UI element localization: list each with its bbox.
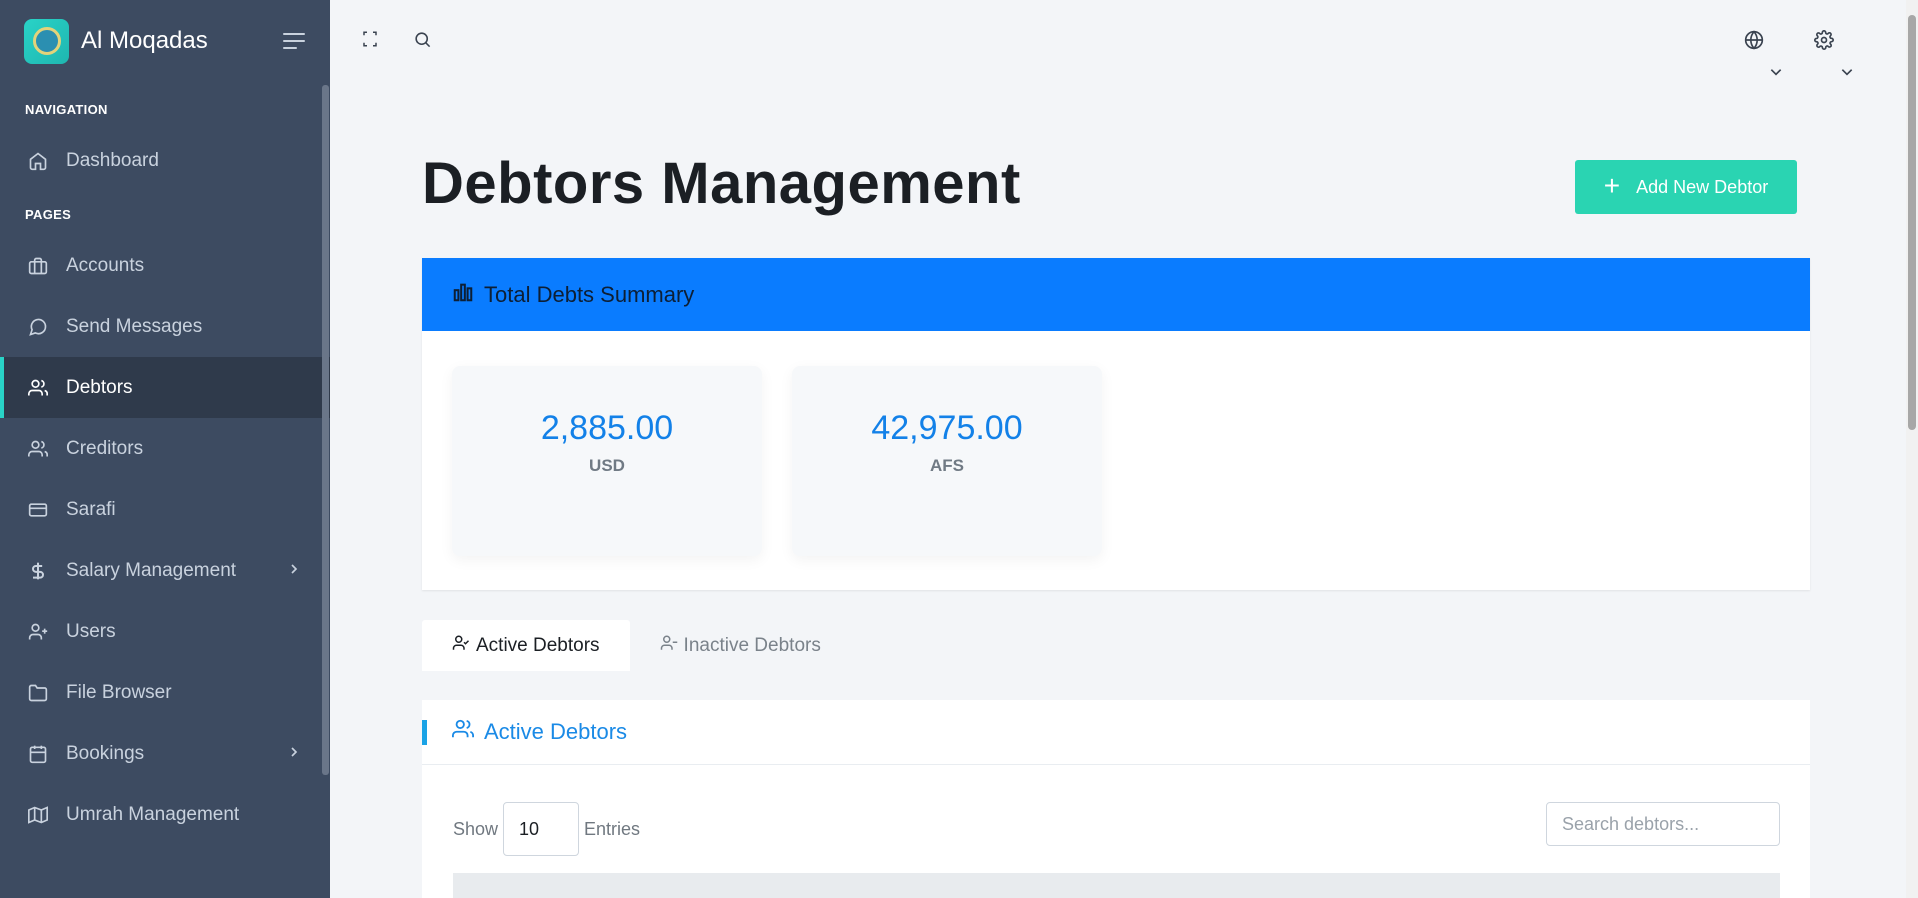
sidebar-item-users[interactable]: Users bbox=[0, 601, 330, 662]
add-new-debtor-button[interactable]: + Add New Debtor bbox=[1575, 160, 1797, 214]
user-check-icon bbox=[452, 634, 476, 658]
stat-value: 42,975.00 bbox=[871, 409, 1023, 447]
sidebar-item-send-messages[interactable]: Send Messages bbox=[0, 296, 330, 357]
folder-icon bbox=[27, 682, 49, 704]
stat-currency: USD bbox=[589, 456, 625, 475]
users-icon bbox=[27, 438, 49, 460]
sidebar-item-debtors[interactable]: Debtors bbox=[0, 357, 330, 418]
search-debtors-input[interactable]: Search debtors... bbox=[1546, 802, 1780, 846]
chevron-right-icon bbox=[286, 744, 302, 766]
menu-toggle-icon[interactable] bbox=[283, 33, 305, 49]
sidebar-item-file-browser[interactable]: File Browser bbox=[0, 662, 330, 723]
entries-control: Show 10 Entries bbox=[453, 802, 640, 856]
sidebar-item-sarafi[interactable]: Sarafi bbox=[0, 479, 330, 540]
table-header bbox=[453, 873, 1780, 898]
sidebar-scrollbar[interactable] bbox=[322, 85, 329, 775]
sidebar-item-label: Creditors bbox=[66, 437, 144, 459]
tab-inactive-debtors[interactable]: Inactive Debtors bbox=[630, 620, 851, 671]
entries-select[interactable]: 10 bbox=[503, 802, 580, 856]
active-debtors-card: Active Debtors Show 10 Entries Search de… bbox=[422, 700, 1810, 898]
sidebar-item-label: Send Messages bbox=[66, 315, 203, 337]
tab-active-debtors[interactable]: Active Debtors bbox=[422, 620, 630, 671]
plus-icon: + bbox=[1603, 169, 1621, 201]
scrollbar-thumb[interactable] bbox=[1908, 15, 1916, 430]
stat-currency: AFS bbox=[930, 456, 964, 475]
sidebar-item-salary-management[interactable]: Salary Management bbox=[0, 540, 330, 601]
entries-label: Entries bbox=[584, 818, 641, 839]
globe-icon[interactable] bbox=[1744, 30, 1766, 52]
sidebar-item-dashboard[interactable]: Dashboard bbox=[0, 130, 330, 191]
users-icon bbox=[27, 377, 49, 399]
home-icon bbox=[27, 150, 49, 172]
page-title: Debtors Management bbox=[422, 151, 1021, 216]
sidebar-item-label: Salary Management bbox=[66, 559, 237, 581]
sidebar-item-accounts[interactable]: Accounts bbox=[0, 235, 330, 296]
sidebar-item-bookings[interactable]: Bookings bbox=[0, 723, 330, 784]
stat-value: 2,885.00 bbox=[540, 409, 674, 447]
credit-card-icon bbox=[27, 499, 49, 521]
summary-title: Total Debts Summary bbox=[484, 281, 695, 307]
user-minus-icon bbox=[660, 634, 684, 658]
list-title: Active Debtors bbox=[484, 719, 628, 744]
debtor-tabs: Active Debtors Inactive Debtors bbox=[422, 620, 851, 671]
fullscreen-icon[interactable] bbox=[361, 30, 383, 52]
app-name: Al Moqadas bbox=[81, 27, 208, 54]
settings-icon[interactable] bbox=[1814, 30, 1836, 52]
sidebar-item-label: Bookings bbox=[66, 742, 145, 764]
tab-label: Inactive Debtors bbox=[683, 634, 821, 656]
total-debts-summary-card: Total Debts Summary 2,885.00 USD 42,975.… bbox=[422, 258, 1810, 590]
app-logo bbox=[24, 18, 69, 64]
dollar-icon bbox=[27, 560, 49, 582]
users-icon bbox=[452, 718, 484, 746]
show-label: Show bbox=[453, 818, 499, 839]
search-icon[interactable] bbox=[413, 30, 435, 52]
sidebar-item-umrah-management[interactable]: Umrah Management bbox=[0, 784, 330, 845]
briefcase-icon bbox=[27, 255, 49, 277]
sidebar-item-label: Umrah Management bbox=[66, 803, 240, 825]
map-icon bbox=[27, 804, 49, 826]
list-header: Active Debtors bbox=[422, 700, 1810, 765]
stat-card-usd: 2,885.00 USD bbox=[452, 366, 762, 556]
sidebar: Al Moqadas NAVIGATION Dashboard PAGES Ac… bbox=[0, 0, 330, 898]
chevron-down-icon[interactable] bbox=[1768, 66, 1790, 88]
sidebar-item-label: Debtors bbox=[66, 376, 133, 398]
page-scrollbar[interactable] bbox=[1906, 0, 1918, 898]
summary-header: Total Debts Summary bbox=[422, 258, 1810, 331]
sidebar-item-label: Accounts bbox=[66, 254, 145, 276]
sidebar-item-label: Dashboard bbox=[66, 149, 159, 171]
user-plus-icon bbox=[27, 621, 49, 643]
sidebar-item-label: File Browser bbox=[66, 681, 172, 703]
message-circle-icon bbox=[27, 316, 49, 338]
bar-chart-icon bbox=[452, 281, 484, 309]
section-title-navigation: NAVIGATION bbox=[25, 102, 108, 117]
section-title-pages: PAGES bbox=[25, 207, 72, 222]
topbar bbox=[330, 0, 1918, 82]
chevron-down-icon[interactable] bbox=[1839, 66, 1861, 88]
calendar-icon bbox=[27, 743, 49, 765]
chevron-right-icon bbox=[286, 561, 302, 583]
sidebar-item-label: Sarafi bbox=[66, 498, 116, 520]
brand[interactable]: Al Moqadas bbox=[0, 0, 330, 82]
sidebar-item-creditors[interactable]: Creditors bbox=[0, 418, 330, 479]
add-new-debtor-label: Add New Debtor bbox=[1636, 176, 1769, 197]
stat-card-afs: 42,975.00 AFS bbox=[792, 366, 1102, 556]
sidebar-item-label: Users bbox=[66, 620, 116, 642]
tab-label: Active Debtors bbox=[476, 634, 600, 656]
